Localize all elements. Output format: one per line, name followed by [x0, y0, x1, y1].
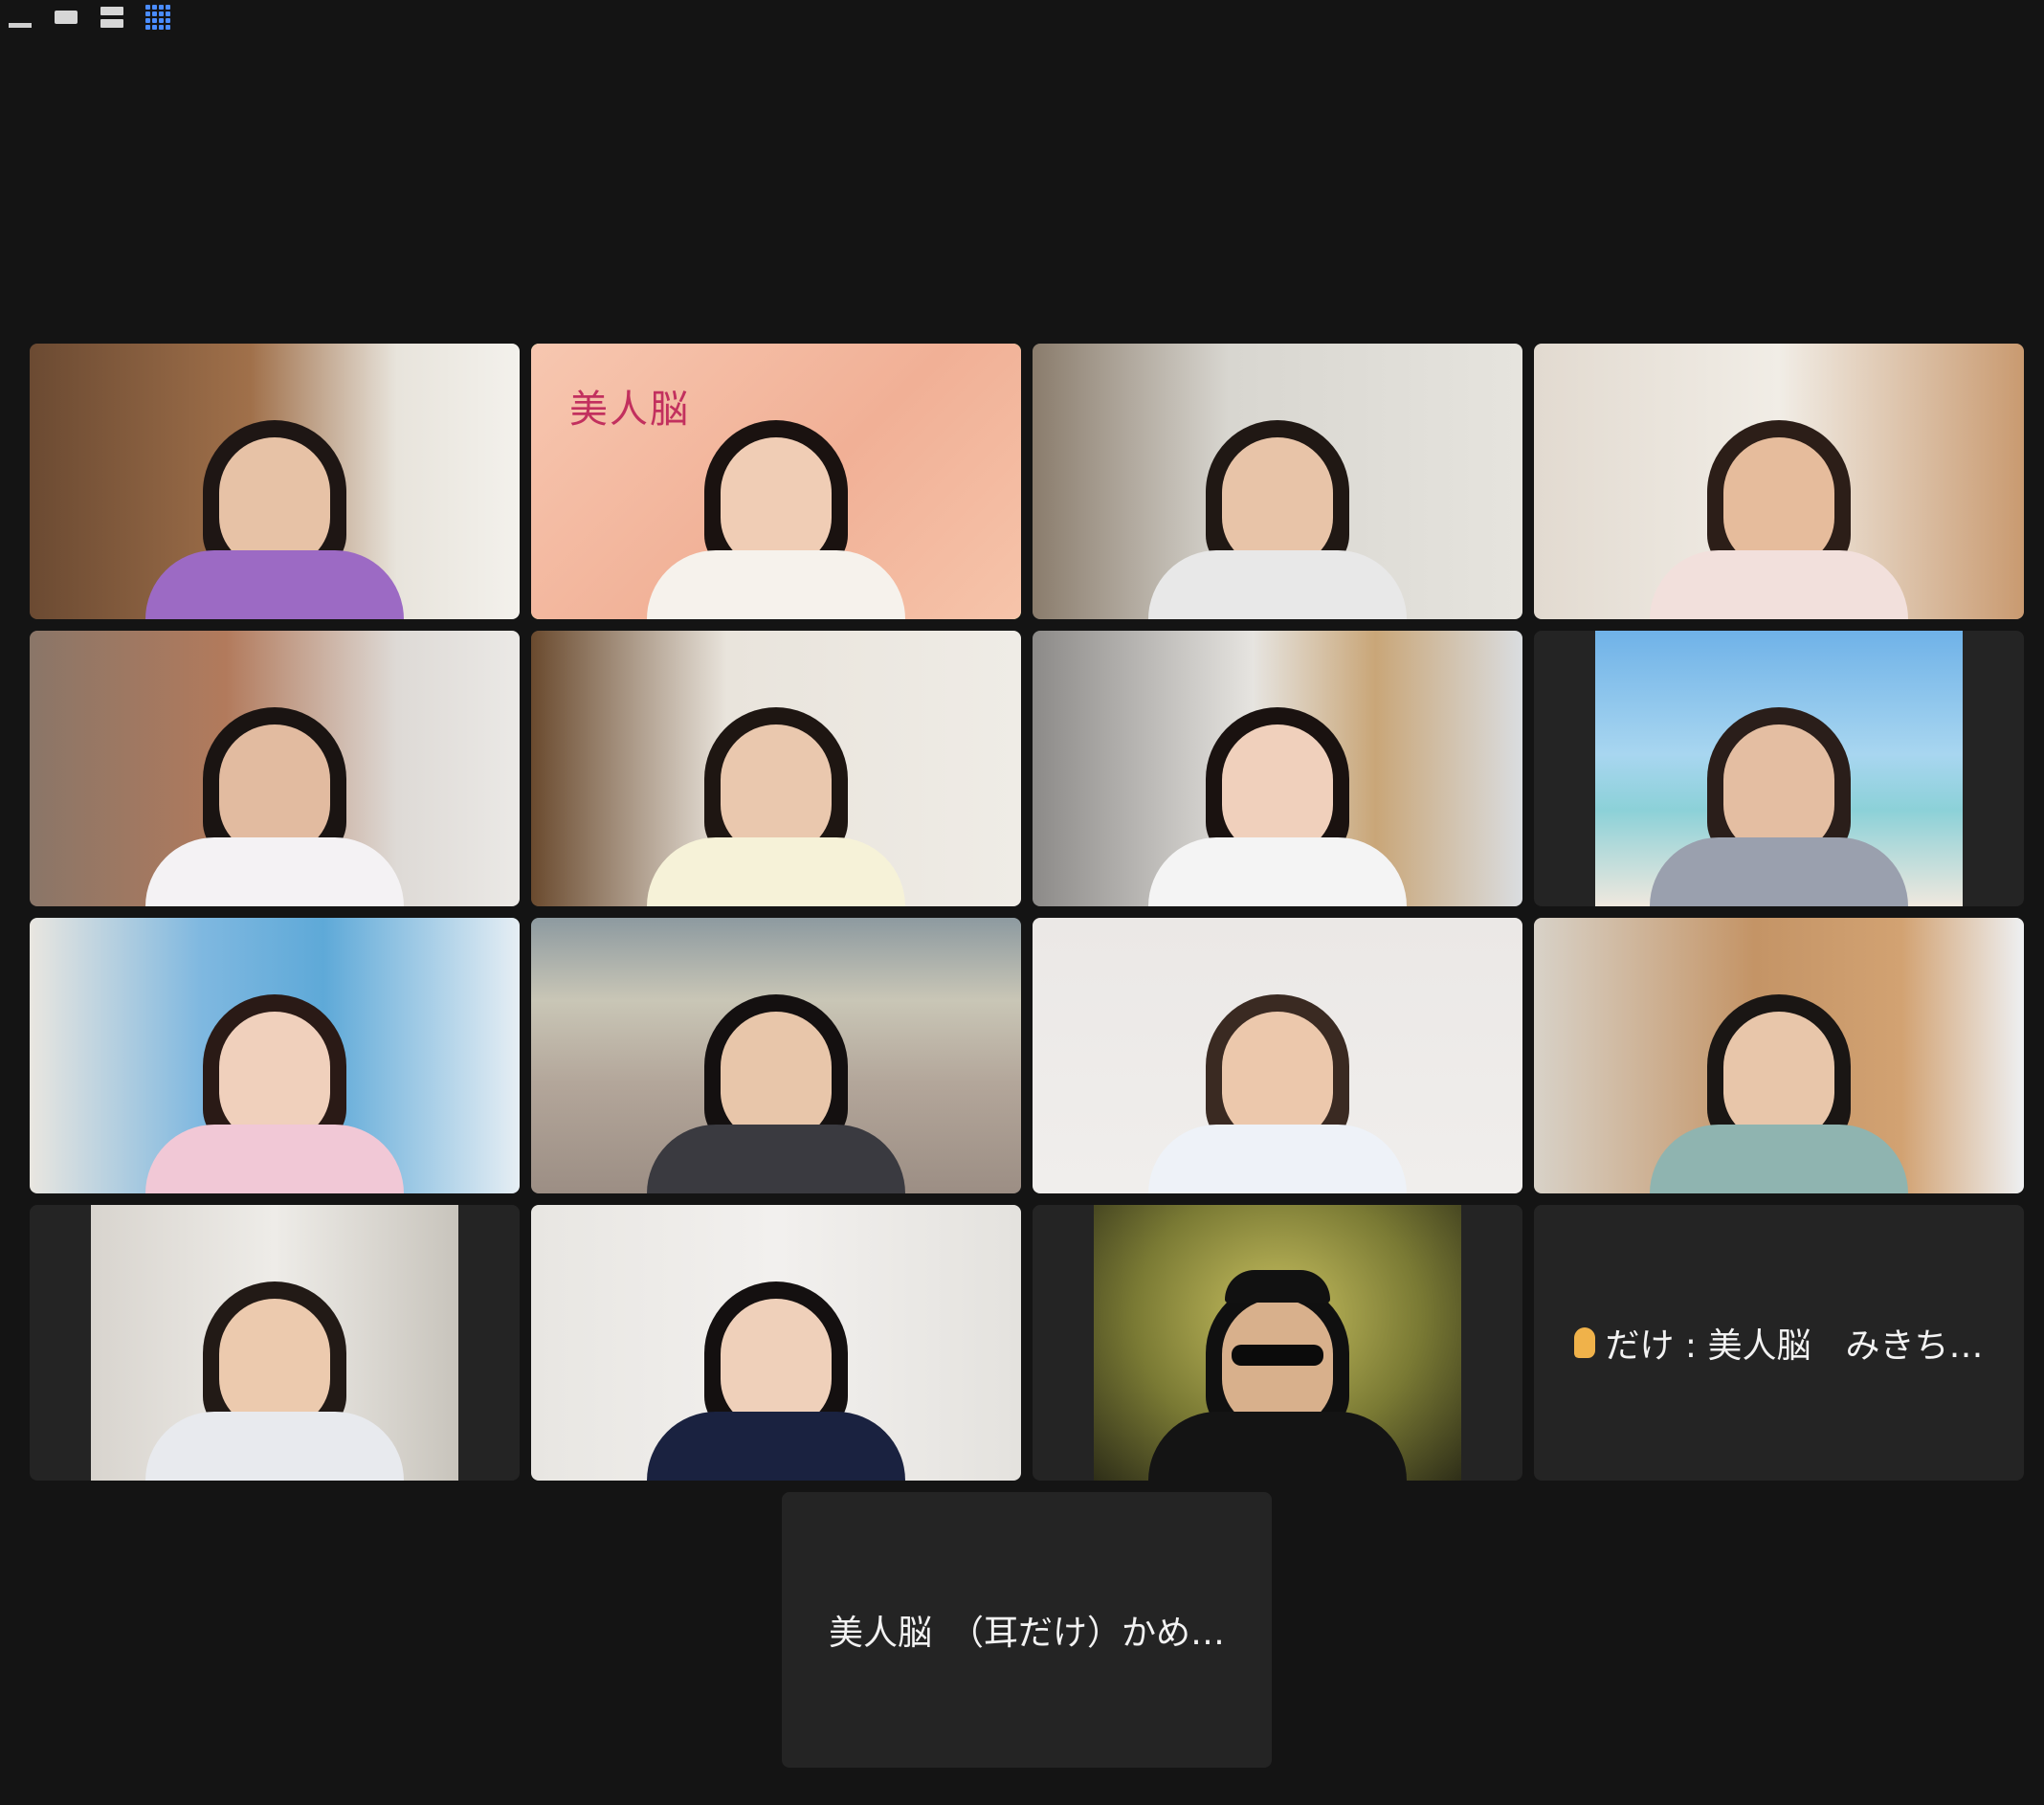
video-feed	[1534, 344, 2024, 619]
minimize-icon	[9, 22, 32, 28]
video-feed	[30, 344, 520, 619]
video-feed	[1033, 918, 1522, 1193]
participant-figure	[145, 667, 404, 906]
participant-figure	[145, 1241, 404, 1481]
speaker-stack-view-button[interactable]	[100, 5, 124, 30]
participant-video-tile[interactable]	[30, 1205, 520, 1481]
participant-video-tile[interactable]: 美人脳	[531, 344, 1021, 619]
participant-name: だけ : 美人脳 みきち…	[1605, 1326, 1984, 1366]
participant-figure	[1650, 954, 1908, 1193]
video-feed	[1033, 631, 1522, 906]
participant-figure	[145, 954, 404, 1193]
gallery-view-button[interactable]	[145, 5, 170, 30]
participant-tile-audio-only[interactable]: 美人脳 （耳だけ）かめ…	[782, 1492, 1272, 1768]
participant-video-tile[interactable]	[1033, 1205, 1522, 1481]
speaker-strip-view-button[interactable]	[54, 5, 78, 30]
participant-video-tile[interactable]	[30, 918, 520, 1193]
video-feed	[30, 631, 520, 906]
participant-video-tile[interactable]	[1033, 918, 1522, 1193]
video-feed	[531, 631, 1021, 906]
participant-video-tile[interactable]	[531, 631, 1021, 906]
participant-figure	[1148, 667, 1407, 906]
participant-figure	[1650, 667, 1908, 906]
participant-figure	[1650, 380, 1908, 619]
video-feed	[531, 918, 1021, 1193]
video-feed	[1534, 918, 2024, 1193]
participant-figure	[1148, 1241, 1407, 1481]
ear-icon	[1574, 1327, 1596, 1358]
video-feed: 美人脳	[531, 344, 1021, 619]
participant-tile-audio-only[interactable]: だけ : 美人脳 みきち…	[1534, 1205, 2024, 1481]
video-feed	[91, 1205, 458, 1481]
gallery-view-icon	[145, 5, 170, 30]
participant-name: 美人脳 （耳だけ）かめ…	[828, 1614, 1225, 1653]
video-feed	[1033, 344, 1522, 619]
video-feed	[30, 918, 520, 1193]
participant-video-tile[interactable]	[30, 631, 520, 906]
video-feed	[531, 1205, 1021, 1481]
participant-figure	[1148, 380, 1407, 619]
participant-video-tile[interactable]	[1033, 344, 1522, 619]
participant-figure	[647, 667, 905, 906]
participant-figure	[1148, 954, 1407, 1193]
participant-video-tile[interactable]	[531, 1205, 1021, 1481]
participant-figure	[647, 1241, 905, 1481]
view-toolbar	[8, 2, 170, 33]
speaker-strip-view-icon	[55, 11, 78, 24]
minimize-button[interactable]	[8, 5, 33, 30]
participant-figure	[647, 954, 905, 1193]
participant-video-tile[interactable]	[1534, 631, 2024, 906]
participant-video-tile[interactable]	[1534, 918, 2024, 1193]
speaker-stack-view-icon	[100, 7, 123, 28]
participant-figure	[145, 380, 404, 619]
video-feed	[1595, 631, 1963, 906]
participant-video-tile[interactable]	[1033, 631, 1522, 906]
video-feed	[1094, 1205, 1461, 1481]
participant-video-tile[interactable]	[30, 344, 520, 619]
background-logo-text: 美人脳	[569, 388, 690, 432]
participant-video-tile[interactable]	[1534, 344, 2024, 619]
gallery-grid: 美人脳だけ : 美人脳 みきち…	[30, 344, 2024, 1481]
participant-name-row: だけ : 美人脳 みきち…	[1534, 1205, 2024, 1481]
participant-video-tile[interactable]	[531, 918, 1021, 1193]
